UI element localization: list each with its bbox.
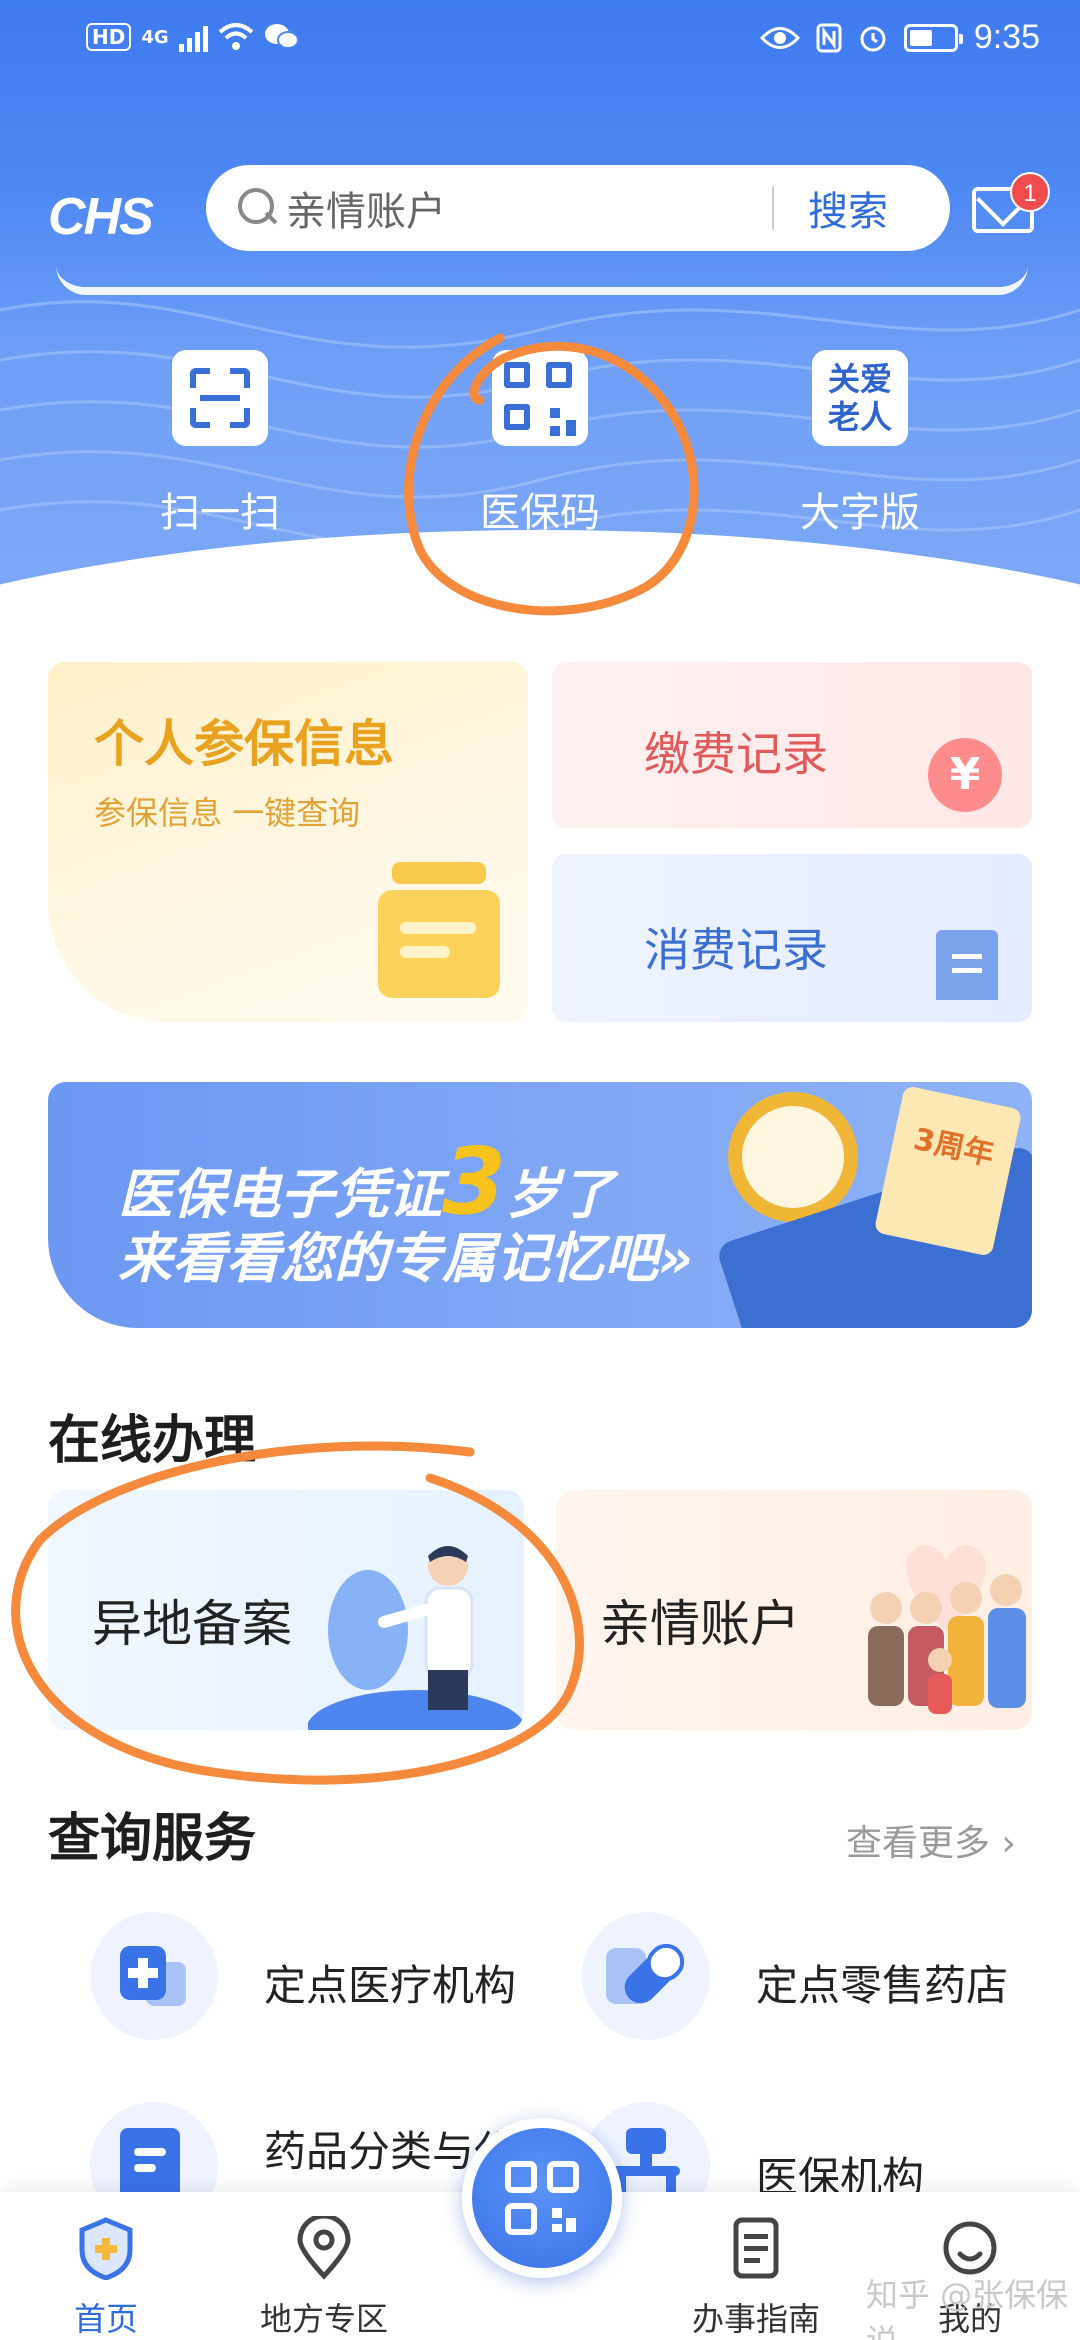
qr-code-icon [492, 350, 588, 446]
pill-icon [582, 1912, 710, 2040]
quick-action-large-font[interactable]: 关爱老人 大字版 [750, 350, 970, 538]
battery-icon [903, 23, 963, 52]
family-account-card[interactable]: 亲情账户 [556, 1490, 1032, 1730]
yen-icon: ¥ [928, 738, 1002, 812]
shield-home-icon [79, 2217, 133, 2281]
view-more-link[interactable]: 查看更多 › [846, 1814, 1016, 1866]
spending-record-card[interactable]: 消费记录 [552, 854, 1032, 1022]
hd-icon: HD [86, 23, 132, 51]
status-time: 9:35 [973, 18, 1040, 56]
family-account-label: 亲情账户 [600, 1595, 800, 1653]
anniversary-banner[interactable]: 3周年 医保电子凭证3岁了 来看看您的专属记忆吧» [48, 1082, 1032, 1328]
payment-record-title: 缴费记录 [644, 727, 828, 781]
alarm-icon [860, 26, 886, 51]
signal-icon [178, 22, 208, 52]
nav-guide[interactable]: 办事指南 [666, 2216, 846, 2340]
elderly-care-icon: 关爱老人 [812, 350, 908, 446]
search-input[interactable] [286, 185, 766, 231]
mail-badge: 1 [1010, 172, 1050, 212]
person-illustration [308, 1546, 524, 1730]
remote-filing-card[interactable]: 异地备案 [48, 1490, 524, 1730]
query-section-title: 查询服务 [48, 1809, 257, 1869]
insurance-info-title: 个人参保信息 [94, 715, 394, 773]
eye-icon [759, 26, 800, 49]
guide-document-icon [733, 2217, 779, 2279]
search-shadow [56, 265, 1028, 295]
wifi-icon [218, 23, 253, 50]
quick-action-label: 医保码 [480, 490, 600, 536]
search-divider [772, 186, 774, 230]
remote-filing-label: 异地备案 [92, 1595, 292, 1653]
nav-home[interactable]: 首页 [16, 2216, 196, 2340]
watermark: 知乎 @张保保说 [866, 2276, 1069, 2340]
nav-local-zone[interactable]: 地方专区 [234, 2213, 414, 2340]
hospital-icon [90, 1912, 218, 2040]
nav-label: 地方专区 [259, 2300, 388, 2338]
online-section-title: 在线办理 [48, 1411, 257, 1471]
nav-label: 首页 [73, 2300, 138, 2338]
insurance-info-subtitle: 参保信息 一键查询 [94, 794, 361, 832]
query-item-label: 定点零售药店 [756, 1961, 1009, 2010]
nav-label: 办事指南 [691, 2300, 820, 2338]
query-item-label: 定点医疗机构 [264, 1961, 517, 2010]
top-bar: CHS 搜索 [0, 165, 1080, 265]
quick-action-scan[interactable]: 扫一扫 [110, 350, 330, 538]
wechat-icon [264, 24, 299, 49]
search-bar[interactable]: 搜索 [206, 165, 950, 251]
quick-action-label: 大字版 [800, 490, 920, 536]
family-illustration [868, 1545, 1026, 1714]
search-icon [236, 186, 280, 230]
chs-logo: CHS [48, 188, 154, 246]
center-qr-button[interactable] [462, 2118, 622, 2278]
banner-line-2: 来看看您的专属记忆吧» [118, 1227, 694, 1290]
payment-record-card[interactable]: 缴费记录 ¥ [552, 662, 1032, 828]
network-type: 4G [141, 26, 169, 48]
qr-code-icon [505, 2161, 579, 2235]
location-pin-icon [297, 2213, 351, 2280]
quick-action-medical-code[interactable]: 医保码 [430, 350, 650, 538]
receipt-icon [936, 930, 998, 1000]
scan-icon [172, 350, 268, 446]
search-button[interactable]: 搜索 [808, 179, 888, 237]
nfc-icon [816, 23, 842, 52]
insurance-info-card[interactable]: 个人参保信息 参保信息 一键查询 [48, 662, 528, 1022]
quick-action-label: 扫一扫 [160, 490, 280, 536]
spending-record-title: 消费记录 [644, 923, 828, 977]
status-bar: HD 4G 9:35 [0, 0, 1080, 80]
status-right: 9:35 [759, 18, 1040, 57]
clock-decoration [728, 1092, 858, 1222]
folder-icon [378, 862, 500, 998]
status-left: HD 4G [86, 22, 300, 52]
elderly-care-icon-text: 关爱老人 [827, 360, 892, 436]
